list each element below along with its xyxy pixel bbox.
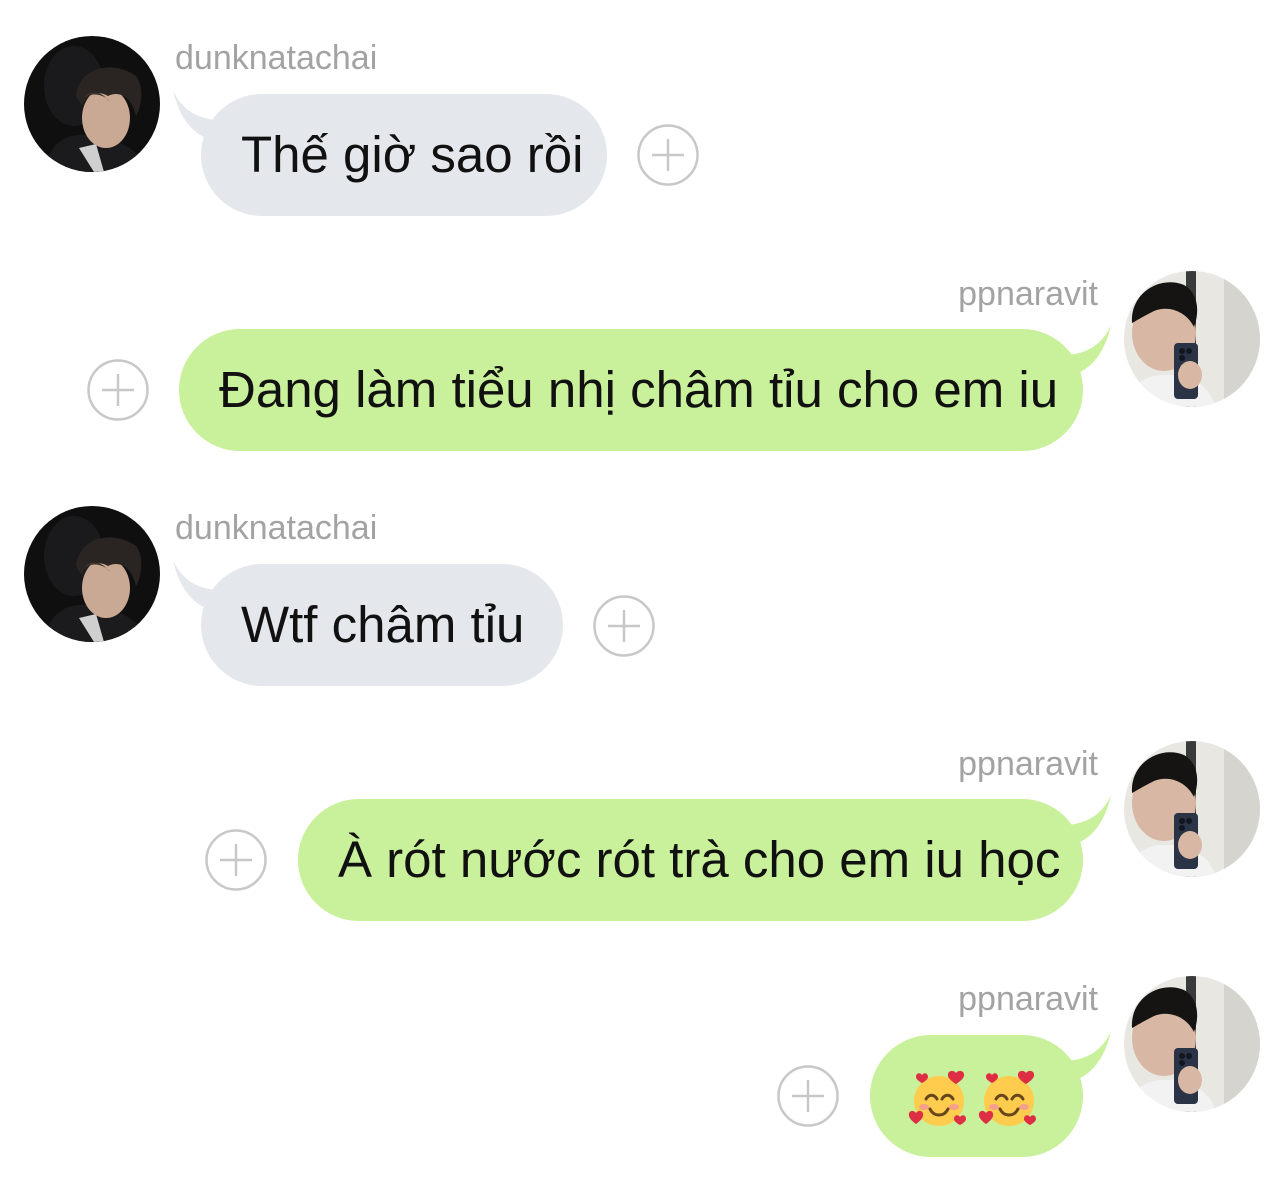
sender-avatar[interactable] <box>24 36 160 172</box>
bubble-tail <box>1067 325 1111 375</box>
bubble-tail <box>173 90 217 140</box>
message-bubble[interactable]: Wtf châm tỉu <box>201 564 563 686</box>
sender-avatar[interactable] <box>1124 271 1260 407</box>
bubble-tail <box>1067 795 1111 845</box>
sender-name: dunknatachai <box>175 509 378 547</box>
contact-photo-icon <box>24 36 160 172</box>
add-reaction-icon[interactable] <box>205 829 267 891</box>
contact-photo-icon <box>24 506 160 642</box>
bubble-tail <box>1067 1031 1111 1081</box>
add-reaction-icon[interactable] <box>637 124 699 186</box>
sender-name: ppnaravit <box>958 980 1098 1018</box>
message-bubble[interactable] <box>870 1035 1083 1157</box>
sender-name: dunknatachai <box>175 39 378 77</box>
message-text: Wtf châm tỉu <box>241 596 525 653</box>
message-bubble[interactable]: Đang làm tiểu nhị châm tỉu cho em iu <box>179 329 1083 451</box>
contact-photo-icon <box>1124 976 1260 1112</box>
message-text: À rót nước rót trà cho em iu học <box>338 831 1061 888</box>
add-reaction-icon[interactable] <box>87 359 149 421</box>
sender-avatar[interactable] <box>1124 741 1260 877</box>
sender-name: ppnaravit <box>958 745 1098 783</box>
sender-avatar[interactable] <box>1124 976 1260 1112</box>
contact-photo-icon <box>1124 741 1260 877</box>
add-reaction-icon[interactable] <box>593 595 655 657</box>
message-text: Đang làm tiểu nhị châm tỉu cho em iu <box>219 361 1059 418</box>
message-text: Thế giờ sao rồi <box>241 126 584 183</box>
message-bubble[interactable]: Thế giờ sao rồi <box>201 94 607 216</box>
message-bubble[interactable]: À rót nước rót trà cho em iu học <box>298 799 1083 921</box>
add-reaction-icon[interactable] <box>777 1065 839 1127</box>
contact-photo-icon <box>1124 271 1260 407</box>
sender-avatar[interactable] <box>24 506 160 642</box>
smiling-face-with-hearts-emoji <box>978 1069 1040 1131</box>
sender-name: ppnaravit <box>958 275 1098 313</box>
smiling-face-with-hearts-emoji <box>908 1069 970 1131</box>
bubble-tail <box>173 560 217 610</box>
